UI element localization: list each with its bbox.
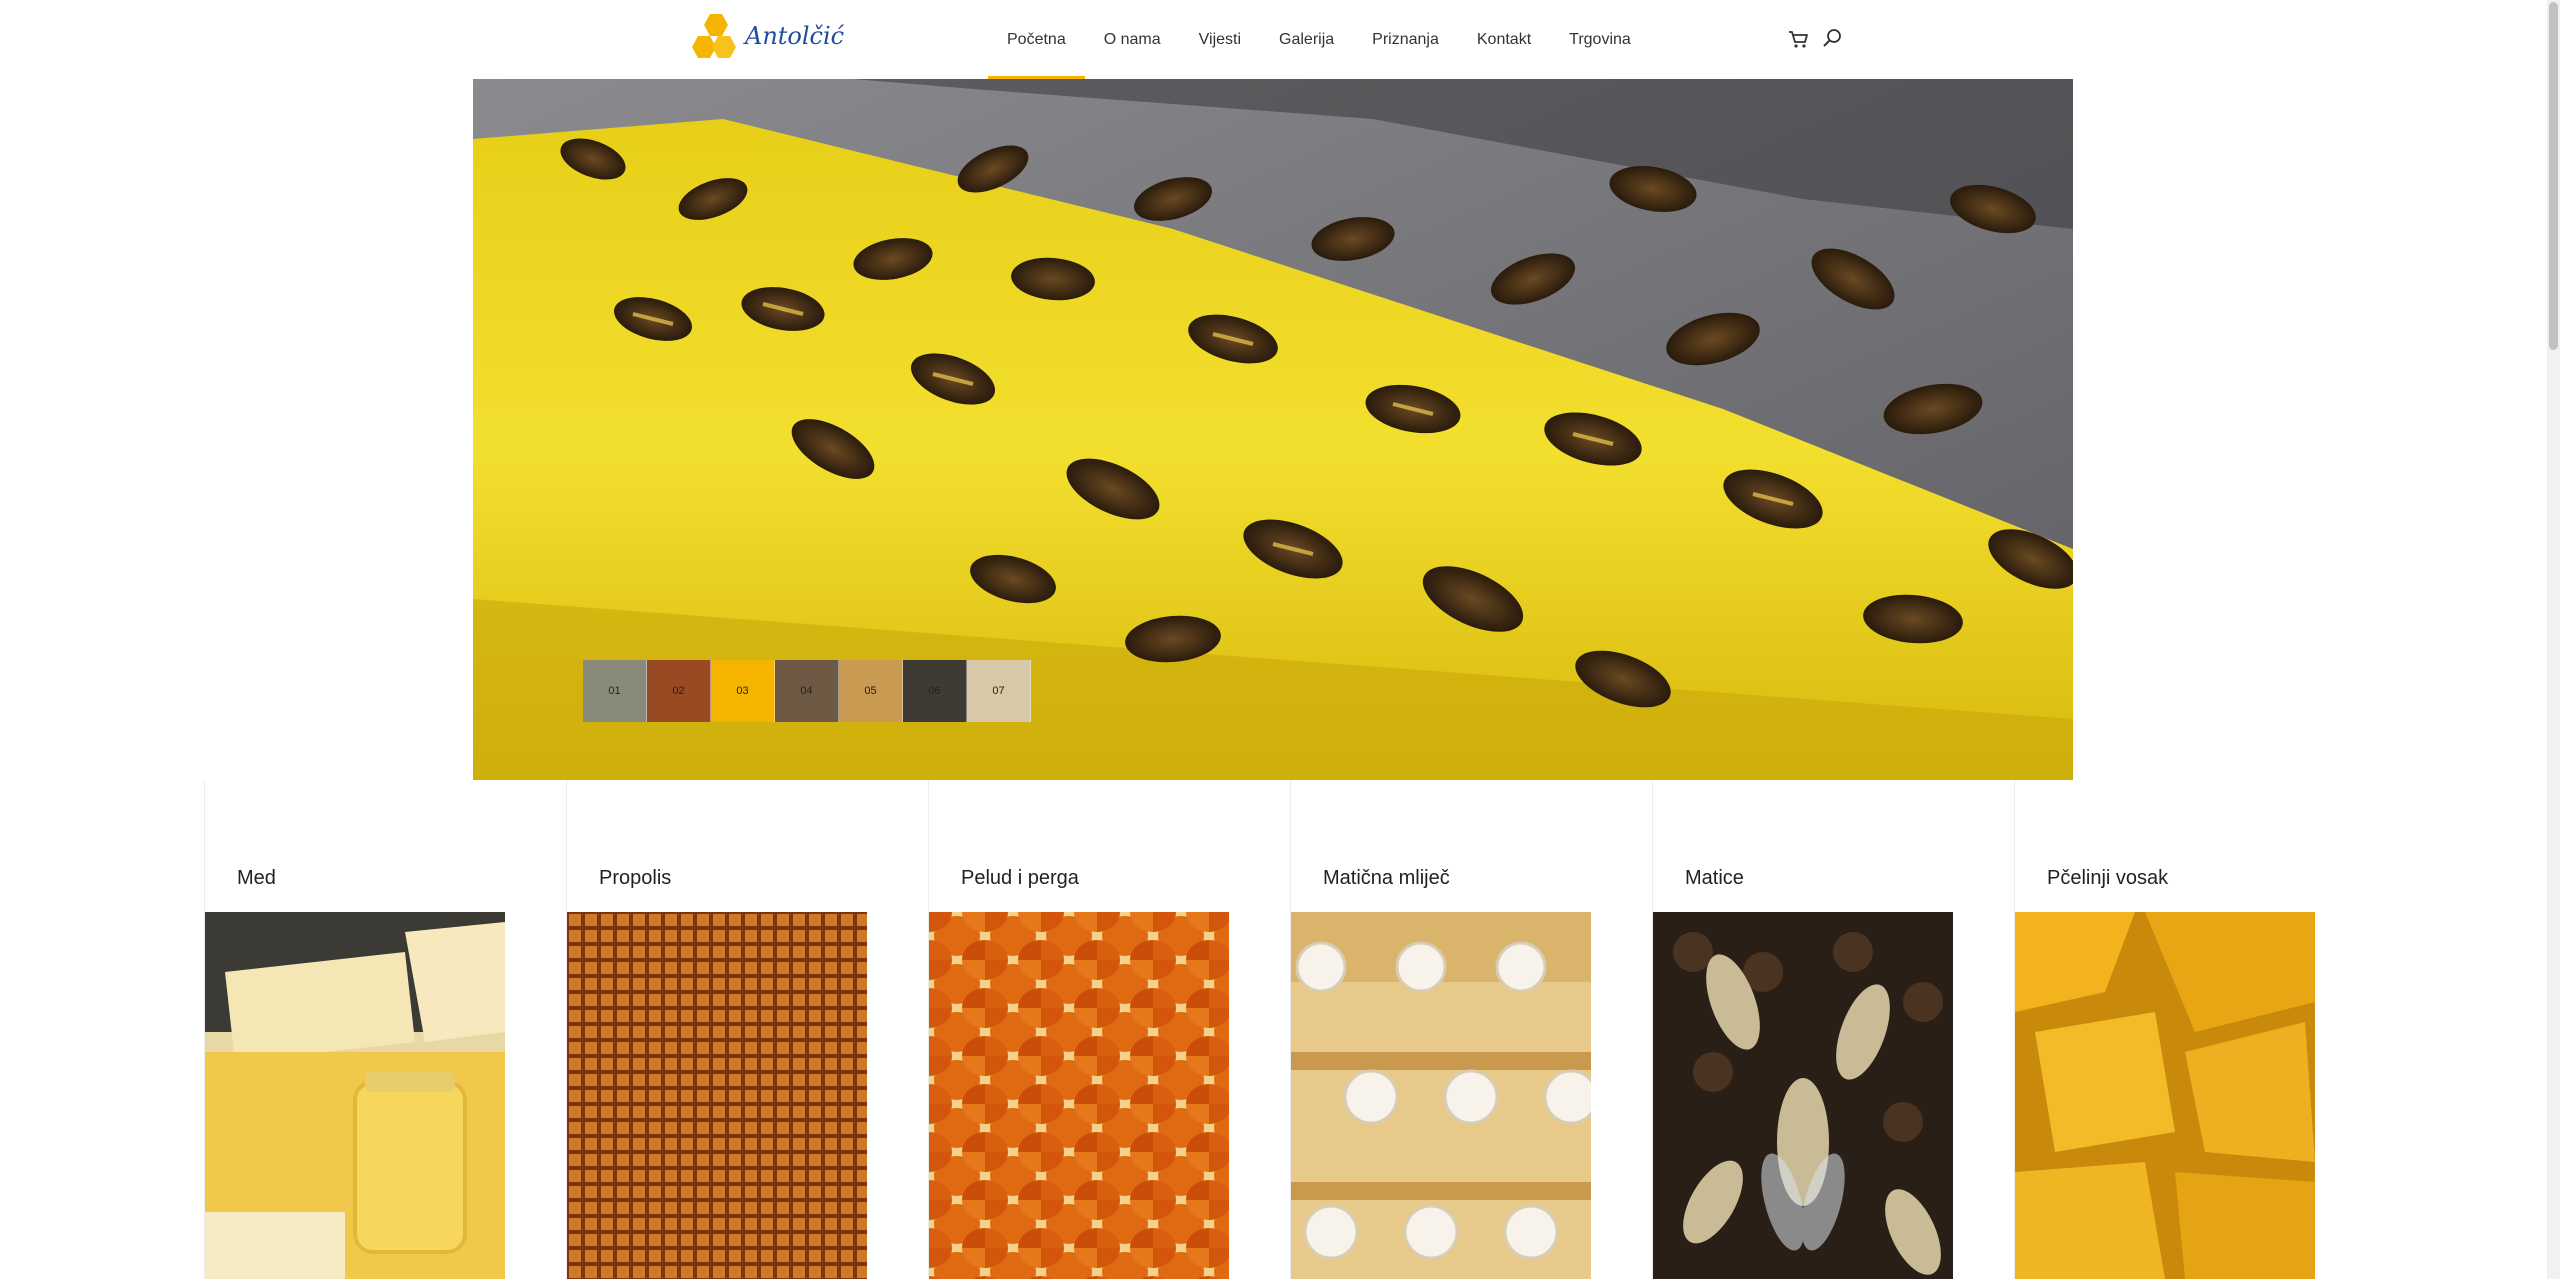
honey-jar-image xyxy=(205,912,505,1279)
slider-thumb-05[interactable]: 05 xyxy=(839,660,903,722)
site-header: Antolčić Početna O nama Vijesti Galerija… xyxy=(0,0,2547,79)
slider-thumb-01[interactable]: 01 xyxy=(583,660,647,722)
product-title: Pčelinji vosak xyxy=(2047,867,2169,889)
product-title: Propolis xyxy=(599,867,672,889)
slider-thumb-02[interactable]: 02 xyxy=(647,660,711,722)
nav-item-galerija[interactable]: Galerija xyxy=(1260,0,1353,79)
nav-item-o-nama[interactable]: O nama xyxy=(1085,0,1180,79)
product-card-med[interactable]: Med xyxy=(204,780,566,1279)
product-title: Matična mliječ xyxy=(1323,867,1450,889)
slider-thumb-06[interactable]: 06 xyxy=(903,660,967,722)
product-card-pcelinji-vosak[interactable]: Pčelinji vosak xyxy=(2014,780,2376,1279)
nav-item-priznanja[interactable]: Priznanja xyxy=(1353,0,1458,79)
slider-thumb-07[interactable]: 07 xyxy=(967,660,1031,722)
product-image-maticna-mlijec[interactable] xyxy=(1291,912,1591,1279)
product-card-matice[interactable]: Matice xyxy=(1652,780,2014,1279)
product-image-pelud[interactable] xyxy=(929,912,1229,1279)
product-title: Pelud i perga xyxy=(961,867,1079,889)
slider-thumbnails: 01 02 03 04 05 06 07 xyxy=(583,660,1031,722)
product-card-maticna-mlijec[interactable]: Matična mliječ xyxy=(1290,780,1652,1279)
pollen-comb-image xyxy=(929,912,1229,1279)
queen-bees-image xyxy=(1653,912,1953,1279)
product-image-matice[interactable] xyxy=(1653,912,1953,1279)
nav-item-vijesti[interactable]: Vijesti xyxy=(1180,0,1260,79)
main-nav: Početna O nama Vijesti Galerija Priznanj… xyxy=(988,0,1650,79)
product-image-propolis[interactable] xyxy=(567,912,867,1279)
product-image-med[interactable] xyxy=(205,912,505,1279)
propolis-image xyxy=(567,912,867,1279)
logo-text: Antolčić xyxy=(745,22,845,50)
product-card-propolis[interactable]: Propolis xyxy=(566,780,928,1279)
honeycomb-logo-icon xyxy=(692,14,736,58)
product-title: Matice xyxy=(1685,867,1744,889)
search-icon[interactable] xyxy=(1822,27,1844,49)
site-logo[interactable]: Antolčić xyxy=(690,12,844,66)
royal-jelly-image xyxy=(1291,912,1591,1279)
nav-item-pocetna[interactable]: Početna xyxy=(988,0,1085,79)
beeswax-image xyxy=(2015,912,2315,1279)
nav-item-kontakt[interactable]: Kontakt xyxy=(1458,0,1550,79)
product-image-vosak[interactable] xyxy=(2015,912,2315,1279)
product-title: Med xyxy=(237,867,276,889)
slider-thumb-04[interactable]: 04 xyxy=(775,660,839,722)
nav-item-trgovina[interactable]: Trgovina xyxy=(1550,0,1650,79)
cart-icon[interactable] xyxy=(1787,28,1809,50)
product-categories: Med Propolis Pelud i perga Matična mlije… xyxy=(204,780,2404,1279)
product-card-pelud-i-perga[interactable]: Pelud i perga xyxy=(928,780,1290,1279)
slider-thumb-03[interactable]: 03 xyxy=(711,660,775,722)
page-scrollbar[interactable] xyxy=(2547,0,2560,1279)
scrollbar-thumb[interactable] xyxy=(2549,2,2558,350)
hero-slider[interactable]: 01 02 03 04 05 06 07 xyxy=(473,79,2073,780)
